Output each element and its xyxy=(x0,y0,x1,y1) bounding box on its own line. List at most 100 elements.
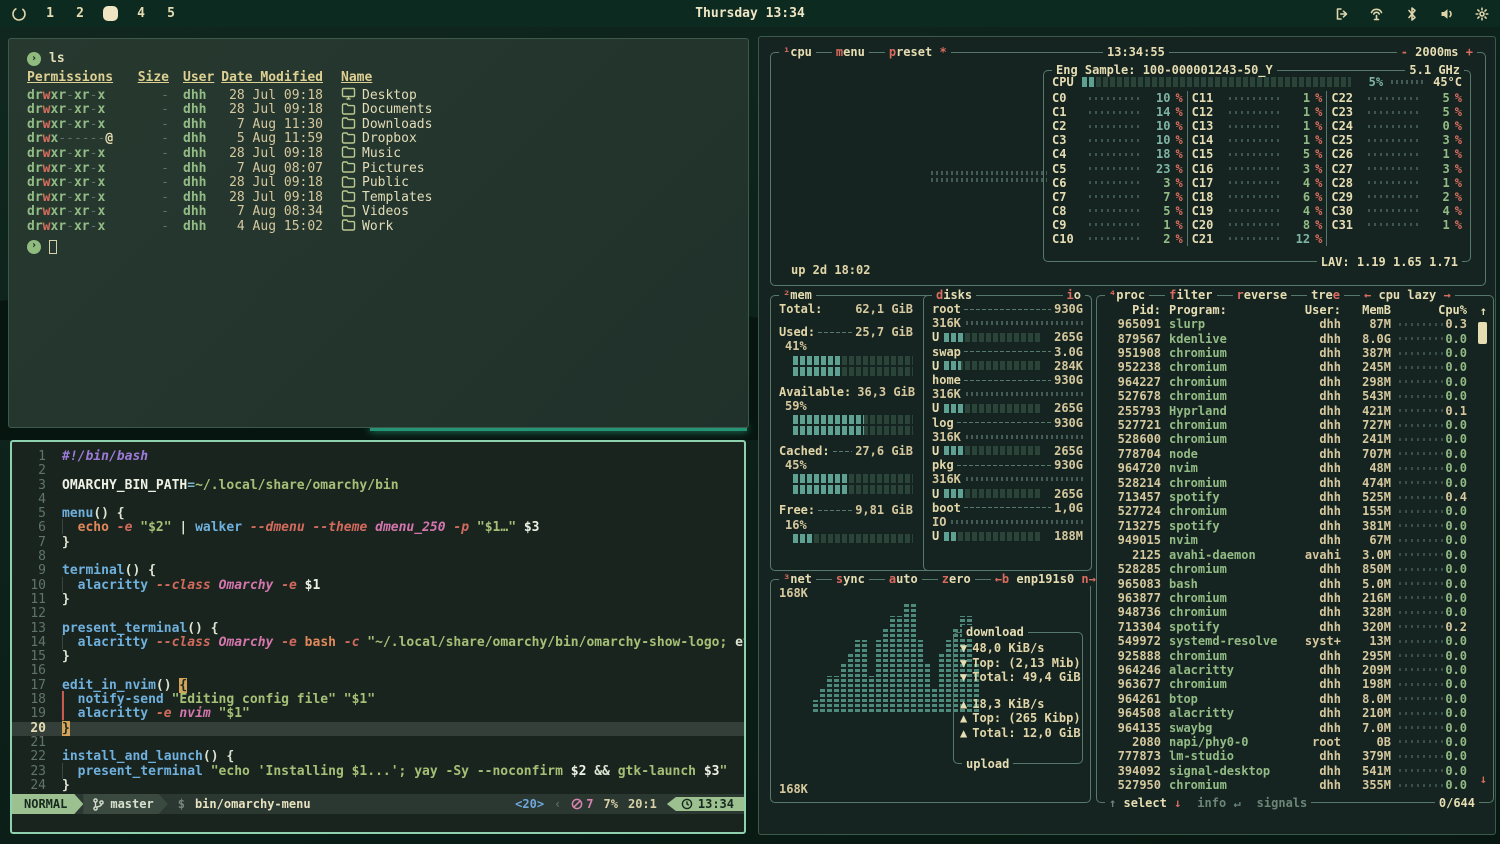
scroll-up-icon[interactable]: ↑ xyxy=(1480,304,1487,318)
network-icon[interactable] xyxy=(1368,5,1385,22)
process-row[interactable]: 963877chromiumdhh216M0.0 xyxy=(1105,591,1467,605)
panel-tab[interactable]: tree xyxy=(1307,288,1344,302)
panel-tab[interactable]: ⁴proc xyxy=(1105,288,1149,302)
process-row[interactable]: 952238chromiumdhh245M0.0 xyxy=(1105,360,1467,374)
process-row[interactable]: 777873lm-studiodhh379M0.0 xyxy=(1105,749,1467,763)
editor-line-8[interactable]: 8 xyxy=(12,550,744,564)
volume-icon[interactable] xyxy=(1438,5,1455,22)
panel-tab[interactable]: ¹cpu xyxy=(779,45,816,59)
panel-tab[interactable]: auto xyxy=(885,572,922,586)
col-cpu[interactable]: Cpu% xyxy=(1391,303,1467,317)
panel-tab[interactable]: menu xyxy=(832,45,869,59)
col-user[interactable]: User: xyxy=(1291,303,1341,317)
workspace-2[interactable]: 2 xyxy=(73,6,87,21)
process-row[interactable]: 948736chromiumdhh328M0.0 xyxy=(1105,605,1467,619)
panel-tab[interactable]: preset * xyxy=(885,45,951,59)
process-row[interactable]: 527724chromiumdhh155M0.0 xyxy=(1105,504,1467,518)
editor-line-15[interactable]: 15} xyxy=(12,650,744,664)
panel-tab[interactable]: ← cpu lazy → xyxy=(1360,288,1455,302)
editor-line-10[interactable]: 10▏ alacritty --class Omarchy -e $1 xyxy=(12,579,744,593)
process-row[interactable]: 964227chromiumdhh298M0.0 xyxy=(1105,375,1467,389)
workspace-3[interactable] xyxy=(103,6,118,21)
terminal-window-ls[interactable]: › ls Permissions Size User Date Modified… xyxy=(8,38,749,428)
process-row[interactable]: 964261btopdhh8.0M0.0 xyxy=(1105,692,1467,706)
process-row[interactable]: 965083bashdhh5.0M0.0 xyxy=(1105,576,1467,590)
refresh-rate-control[interactable]: - 2000ms + xyxy=(1397,45,1477,59)
col-program[interactable]: Program: xyxy=(1161,303,1291,317)
editor-line-9[interactable]: 9terminal() { xyxy=(12,564,744,578)
scroll-down-icon[interactable]: ↓ xyxy=(1480,772,1487,786)
editor-line-19[interactable]: 19▎ alacritty -e nvim "$1" xyxy=(12,707,744,721)
process-row[interactable]: 925888chromiumdhh295M0.0 xyxy=(1105,648,1467,662)
process-row[interactable]: 964720nvimdhh48M0.0 xyxy=(1105,461,1467,475)
panel-tab[interactable]: ←b enp191s0 n→ xyxy=(991,572,1100,586)
rate-minus-button[interactable]: - xyxy=(1401,45,1408,59)
process-row[interactable]: 963677chromiumdhh198M0.0 xyxy=(1105,677,1467,691)
editor-line-21[interactable]: 21 xyxy=(12,736,744,750)
col-pid[interactable]: Pid: xyxy=(1105,303,1161,317)
bluetooth-icon[interactable] xyxy=(1403,5,1420,22)
panel-tab[interactable]: ²mem xyxy=(779,288,816,302)
process-row[interactable]: 951908chromiumdhh387M0.0 xyxy=(1105,346,1467,360)
settings-icon[interactable] xyxy=(1473,5,1490,22)
editor-line-7[interactable]: 7} xyxy=(12,536,744,550)
rate-plus-button[interactable]: + xyxy=(1466,45,1473,59)
io-tab[interactable]: io xyxy=(1063,288,1085,302)
col-memb[interactable]: MemB xyxy=(1341,303,1391,317)
process-row[interactable]: 713457spotifydhh525M0.4 xyxy=(1105,490,1467,504)
workspace-4[interactable]: 4 xyxy=(134,6,148,21)
editor-line-4[interactable]: 4 xyxy=(12,493,744,507)
process-row[interactable]: 2080napi/phy0-0root0B0.0 xyxy=(1105,735,1467,749)
process-row[interactable]: 255793Hyprlanddhh421M0.1 xyxy=(1105,403,1467,417)
process-row[interactable]: 713304spotifydhh320M0.2 xyxy=(1105,620,1467,634)
process-row[interactable]: 549972systemd-resolvesyst+13M0.0 xyxy=(1105,634,1467,648)
editor-line-2[interactable]: 2 xyxy=(12,464,744,478)
prompt-line[interactable]: › xyxy=(27,239,748,255)
omarchy-logo-icon[interactable] xyxy=(10,5,27,22)
editor-line-17[interactable]: 17edit_in_nvim() { xyxy=(12,679,744,693)
process-row[interactable]: 2125avahi-daemonavahi3.0M0.0 xyxy=(1105,548,1467,562)
select-control[interactable]: ↑ select ↓ xyxy=(1109,796,1181,810)
process-row[interactable]: 394092signal-desktopdhh541M0.0 xyxy=(1105,764,1467,778)
info-control[interactable]: info ↵ xyxy=(1197,796,1240,810)
editor-line-3[interactable]: 3OMARCHY_BIN_PATH=~/.local/share/omarchy… xyxy=(12,479,744,493)
editor-line-23[interactable]: 23▏ present_terminal "echo 'Installing $… xyxy=(12,765,744,779)
panel-tab[interactable]: zero xyxy=(938,572,975,586)
panel-tab[interactable]: disks xyxy=(932,288,976,302)
editor-line-12[interactable]: 12 xyxy=(12,607,744,621)
process-row[interactable]: 527721chromiumdhh727M0.0 xyxy=(1105,418,1467,432)
process-row[interactable]: 879567kdenlivedhh8.0G0.0 xyxy=(1105,331,1467,345)
git-branch-segment[interactable]: master xyxy=(83,794,167,814)
process-row[interactable]: 713275spotifydhh381M0.0 xyxy=(1105,519,1467,533)
panel-tab[interactable]: filter xyxy=(1165,288,1216,302)
process-row[interactable]: 949015nvimdhh67M0.0 xyxy=(1105,533,1467,547)
signals-control[interactable]: signals xyxy=(1257,796,1308,810)
process-row[interactable]: 964508alacrittydhh210M0.0 xyxy=(1105,706,1467,720)
process-row[interactable]: 528214chromiumdhh474M0.0 xyxy=(1105,475,1467,489)
editor-line-13[interactable]: 13present_terminal() { xyxy=(12,622,744,636)
process-row[interactable]: 528600chromiumdhh241M0.0 xyxy=(1105,432,1467,446)
editor-line-6[interactable]: 6▏ echo -e "$2" | walker --dmenu --theme… xyxy=(12,521,744,535)
process-row[interactable]: 528285chromiumdhh850M0.0 xyxy=(1105,562,1467,576)
editor-window-nvim[interactable]: 1#!/bin/bash23OMARCHY_BIN_PATH=~/.local/… xyxy=(10,440,746,834)
panel-tab[interactable]: ³net xyxy=(779,572,816,586)
editor-line-16[interactable]: 16 xyxy=(12,664,744,678)
panel-tab[interactable]: upload xyxy=(962,757,1013,771)
process-row[interactable]: 778704nodedhh707M0.0 xyxy=(1105,447,1467,461)
logout-icon[interactable] xyxy=(1333,5,1350,22)
workspace-1[interactable]: 1 xyxy=(43,6,57,21)
editor-line-14[interactable]: 14▏ alacritty --class Omarchy -e bash -c… xyxy=(12,636,744,650)
editor-line-11[interactable]: 11} xyxy=(12,593,744,607)
process-row[interactable]: 527950chromiumdhh355M0.0 xyxy=(1105,778,1467,792)
editor-line-22[interactable]: 22install_and_launch() { xyxy=(12,750,744,764)
editor-buffer[interactable]: 1#!/bin/bash23OMARCHY_BIN_PATH=~/.local/… xyxy=(12,442,744,793)
process-row[interactable]: 964246alacrittydhh209M0.0 xyxy=(1105,663,1467,677)
process-row[interactable]: 964135swaybgdhh7.0M0.0 xyxy=(1105,720,1467,734)
system-monitor-window-btop[interactable]: ¹cpumenupreset * 13:34:55 - 2000ms + Eng… xyxy=(758,36,1496,835)
process-row[interactable]: 527678chromiumdhh543M0.0 xyxy=(1105,389,1467,403)
scrollbar-thumb[interactable] xyxy=(1478,322,1487,344)
editor-line-1[interactable]: 1#!/bin/bash xyxy=(12,450,744,464)
process-row[interactable]: 965091slurpdhh87M0.3 xyxy=(1105,317,1467,331)
editor-line-24[interactable]: 24} xyxy=(12,779,744,793)
panel-tab[interactable]: reverse xyxy=(1233,288,1292,302)
